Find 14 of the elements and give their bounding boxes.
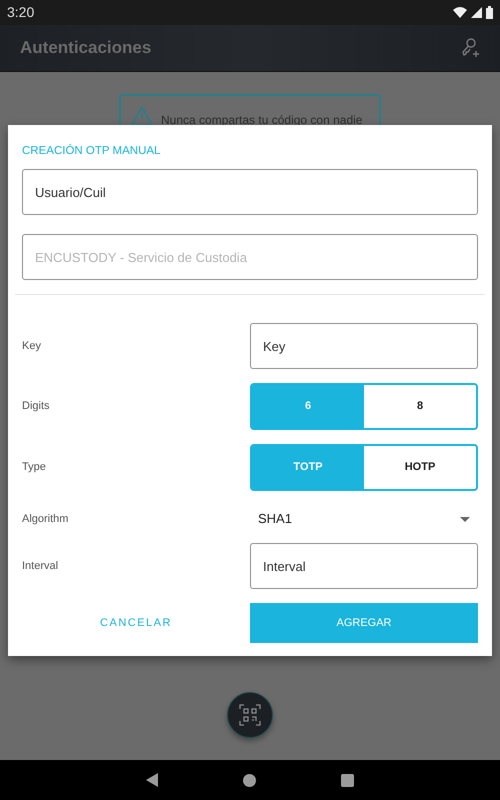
field-label: Key bbox=[22, 338, 42, 354]
field-label: Algorithm bbox=[22, 512, 70, 527]
dialog-title: CREACIÓN OTP MANUAL bbox=[22, 143, 162, 157]
dropdown-value: SHA1 bbox=[258, 510, 292, 528]
field-label: Type bbox=[22, 460, 47, 476]
status-time: 3:20 bbox=[7, 3, 34, 22]
service-field[interactable]: ENCUSTODY - Servicio de Custodia bbox=[22, 234, 478, 280]
user-field[interactable]: Usuario/Cuil bbox=[22, 169, 478, 215]
input-field[interactable]: Key bbox=[250, 323, 478, 369]
input-field[interactable]: Interval bbox=[250, 543, 478, 589]
field-label: Interval bbox=[22, 558, 60, 574]
app-title: Autenticaciones bbox=[20, 37, 152, 60]
field-label: Digits bbox=[22, 399, 51, 414]
algorithm-dropdown[interactable]: SHA1 bbox=[250, 505, 478, 533]
